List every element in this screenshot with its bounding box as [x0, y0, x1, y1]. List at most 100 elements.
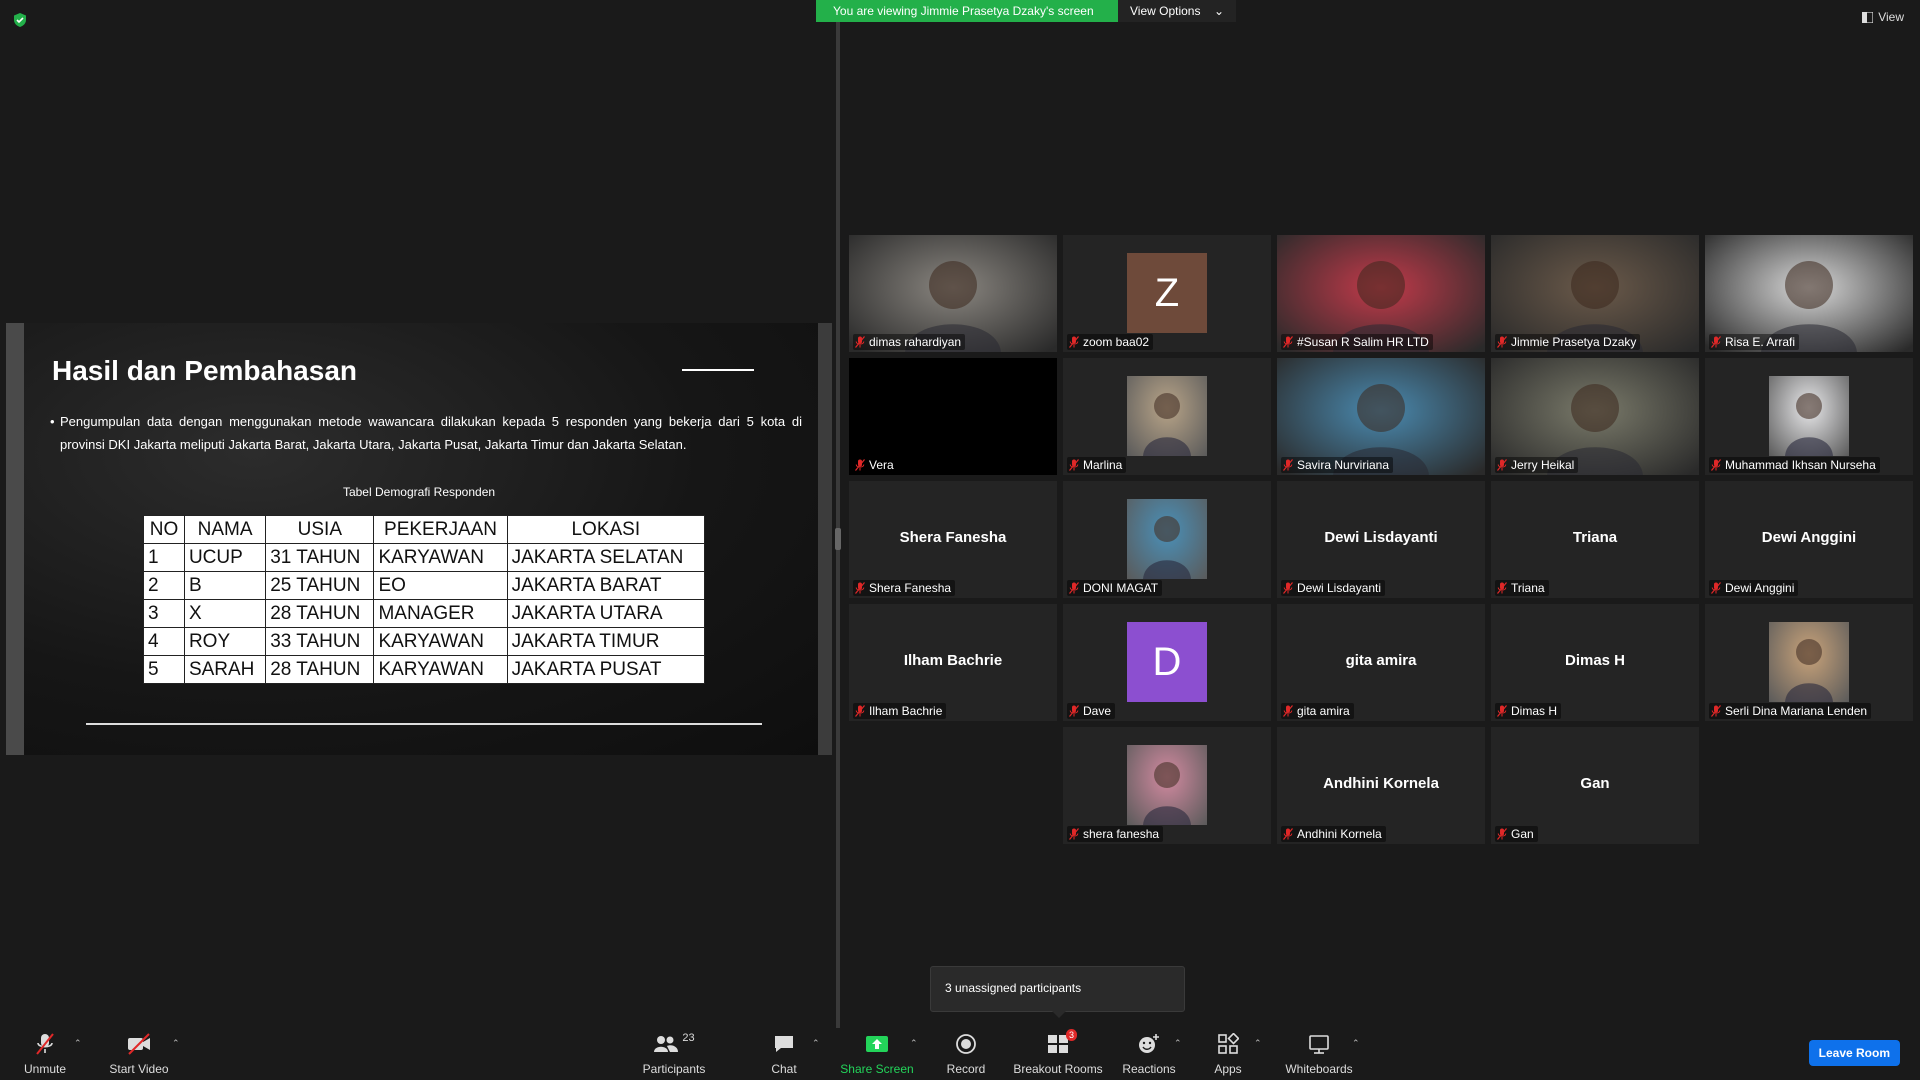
- participants-button[interactable]: 23 Participants: [640, 1032, 708, 1076]
- muted-mic-icon: [855, 336, 865, 348]
- header-nama: NAMA: [183, 515, 267, 544]
- person-silhouette-icon: [1143, 516, 1191, 579]
- participant-name: Muhammad Ikhsan Nurseha: [1725, 458, 1876, 472]
- muted-mic-icon: [1283, 336, 1293, 348]
- security-shield-icon[interactable]: [12, 12, 28, 28]
- participant-name: Savira Nurviriana: [1297, 458, 1390, 472]
- record-label: Record: [946, 1062, 986, 1076]
- participant-name-label: DONI MAGAT: [1067, 580, 1163, 596]
- participant-tile[interactable]: Marlina: [1063, 358, 1271, 475]
- participant-tile[interactable]: D Dave: [1063, 604, 1271, 721]
- muted-mic-icon: [1069, 459, 1079, 471]
- muted-mic-icon: [1069, 828, 1079, 840]
- muted-mic-icon: [1711, 336, 1721, 348]
- start-video-button[interactable]: Start Video: [108, 1032, 170, 1076]
- breakout-rooms-button[interactable]: 3 Breakout Rooms: [1013, 1029, 1103, 1076]
- participant-tile[interactable]: Ilham Bachrie Ilham Bachrie: [849, 604, 1057, 721]
- reactions-button[interactable]: Reactions: [1122, 1032, 1176, 1076]
- table-cell: KARYAWAN: [373, 655, 508, 684]
- participant-display-name: Ilham Bachrie: [903, 652, 1003, 669]
- reactions-options-caret[interactable]: ⌃: [1174, 1038, 1182, 1049]
- share-options-caret[interactable]: ⌃: [910, 1038, 918, 1049]
- participant-tile[interactable]: gita amira gita amira: [1277, 604, 1485, 721]
- participant-tile[interactable]: Jerry Heikal: [1491, 358, 1699, 475]
- participant-name: Vera: [869, 458, 894, 472]
- participant-tile[interactable]: Dewi Lisdayanti Dewi Lisdayanti: [1277, 481, 1485, 598]
- bullet-paragraph: Pengumpulan data dengan menggunakan meto…: [60, 414, 802, 452]
- participant-name-label: Savira Nurviriana: [1281, 457, 1394, 473]
- share-screen-label: Share Screen: [840, 1062, 914, 1076]
- share-screen-icon: [866, 1036, 888, 1052]
- apps-button[interactable]: Apps: [1212, 1032, 1244, 1076]
- table-cell: 5: [143, 655, 185, 684]
- apps-label: Apps: [1214, 1062, 1242, 1076]
- panel-divider[interactable]: [836, 22, 840, 1028]
- view-options-label: View Options: [1130, 4, 1201, 18]
- participant-tile[interactable]: Risa E. Arrafi: [1705, 235, 1913, 352]
- participant-tile[interactable]: Andhini Kornela Andhini Kornela: [1277, 727, 1485, 844]
- person-silhouette-icon: [1785, 639, 1833, 702]
- participants-count: 23: [682, 1032, 695, 1044]
- participant-name-label: Dimas H: [1495, 703, 1562, 719]
- table-cell: B: [183, 571, 267, 600]
- person-silhouette-icon: [1143, 762, 1191, 825]
- participant-tile[interactable]: shera fanesha: [1063, 727, 1271, 844]
- chat-options-caret[interactable]: ⌃: [812, 1038, 820, 1049]
- participant-tile[interactable]: dimas rahardiyan: [849, 235, 1057, 352]
- muted-mic-icon: [1069, 582, 1079, 594]
- participant-tile[interactable]: Vera: [849, 358, 1057, 475]
- muted-mic-icon: [855, 582, 865, 594]
- whiteboards-options-caret[interactable]: ⌃: [1352, 1038, 1360, 1049]
- video-options-caret[interactable]: ⌃: [172, 1038, 180, 1049]
- table-row: 2 B 25 TAHUN EO JAKARTA BARAT: [143, 571, 706, 600]
- zoom-window: You are viewing Jimmie Prasetya Dzaky's …: [0, 0, 1920, 1080]
- whiteboards-button[interactable]: Whiteboards: [1282, 1032, 1356, 1076]
- person-silhouette-icon: [1143, 393, 1191, 456]
- table-caption: Tabel Demografi Responden: [342, 485, 496, 499]
- apps-options-caret[interactable]: ⌃: [1254, 1038, 1262, 1049]
- participant-name-label: Dave: [1067, 703, 1116, 719]
- divider-drag-handle[interactable]: [835, 528, 841, 550]
- participant-name-label: #Susan R Salim HR LTD: [1281, 334, 1433, 350]
- avatar-letter: D: [1152, 639, 1182, 684]
- table-cell: 3: [143, 599, 185, 628]
- participant-name: dimas rahardiyan: [869, 335, 962, 349]
- view-button[interactable]: View: [1862, 10, 1904, 24]
- table-body: 1 UCUP 31 TAHUN KARYAWAN JAKARTA SELATAN 2 B 25…: [143, 543, 706, 684]
- participant-tile[interactable]: Dewi Anggini Dewi Anggini: [1705, 481, 1913, 598]
- participant-tile[interactable]: Serli Dina Mariana Lenden: [1705, 604, 1913, 721]
- participant-display-name: Gan: [1580, 775, 1610, 792]
- participant-name: Gan: [1511, 827, 1534, 841]
- participant-tile[interactable]: Shera Fanesha Shera Fanesha: [849, 481, 1057, 598]
- chat-button[interactable]: Chat: [766, 1032, 802, 1076]
- participant-tile[interactable]: #Susan R Salim HR LTD: [1277, 235, 1485, 352]
- table-cell: KARYAWAN: [373, 627, 508, 656]
- slide-right-edge: [818, 323, 832, 755]
- table-cell: 2: [143, 571, 185, 600]
- participant-tile[interactable]: Muhammad Ikhsan Nurseha: [1705, 358, 1913, 475]
- participant-tile[interactable]: Dimas H Dimas H: [1491, 604, 1699, 721]
- chat-bubble-icon: [775, 1036, 793, 1052]
- record-button[interactable]: Record: [944, 1032, 988, 1076]
- participant-tile[interactable]: Zzoom baa02: [1063, 235, 1271, 352]
- bullet-dot: •: [50, 414, 55, 429]
- unassigned-participants-tooltip: 3 unassigned participants: [930, 966, 1185, 1012]
- participant-tile[interactable]: Savira Nurviriana: [1277, 358, 1485, 475]
- participant-name: Andhini Kornela: [1297, 827, 1382, 841]
- share-screen-button[interactable]: Share Screen: [840, 1032, 914, 1076]
- participant-name: Triana: [1511, 581, 1545, 595]
- participant-tile[interactable]: Jimmie Prasetya Dzaky: [1491, 235, 1699, 352]
- view-options-button[interactable]: View Options ⌄: [1118, 0, 1236, 22]
- table-cell: JAKARTA UTARA: [506, 599, 706, 628]
- participant-tile[interactable]: Triana Triana: [1491, 481, 1699, 598]
- participant-tile[interactable]: DONI MAGAT: [1063, 481, 1271, 598]
- participant-tile[interactable]: Gan Gan: [1491, 727, 1699, 844]
- participant-name-label: Shera Fanesha: [853, 580, 956, 596]
- participant-name: Jimmie Prasetya Dzaky: [1511, 335, 1637, 349]
- record-icon: [956, 1034, 976, 1054]
- meeting-toolbar: Unmute ⌃ Start Video ⌃ 23 Participants C…: [0, 1028, 1920, 1080]
- table-cell: ROY: [183, 627, 267, 656]
- leave-room-button[interactable]: Leave Room: [1808, 1040, 1900, 1066]
- unmute-button[interactable]: Unmute: [22, 1032, 68, 1076]
- audio-options-caret[interactable]: ⌃: [74, 1038, 82, 1049]
